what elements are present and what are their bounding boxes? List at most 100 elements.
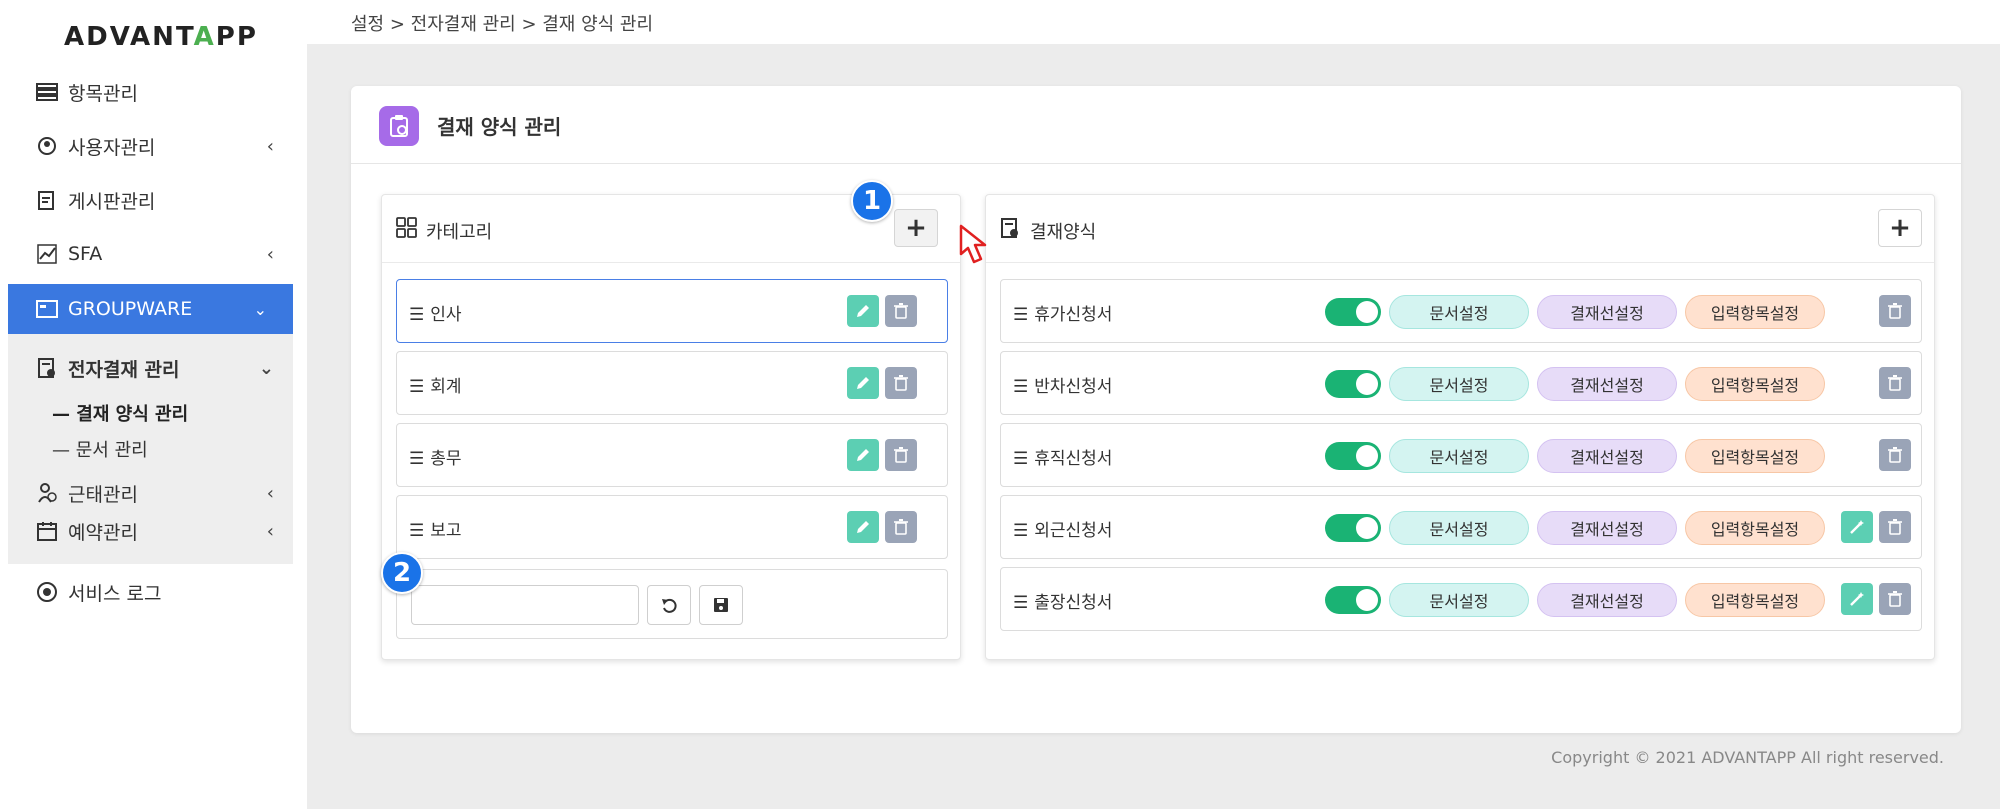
enable-toggle[interactable] xyxy=(1325,442,1381,470)
logo-text-end: PP xyxy=(215,22,258,52)
form-row[interactable]: ☰ 휴직신청서 문서설정 결재선설정 입력항목설정 xyxy=(1000,423,1922,487)
cursor-pointer-icon xyxy=(959,224,987,264)
sidebar-item-groupware[interactable]: GROUPWARE ⌄ xyxy=(8,284,293,334)
enable-toggle[interactable] xyxy=(1325,586,1381,614)
doc-settings-button[interactable]: 문서설정 xyxy=(1389,295,1529,329)
input-fields-button[interactable]: 입력항목설정 xyxy=(1685,511,1825,545)
toggle-knob xyxy=(1356,445,1378,467)
edit-button[interactable] xyxy=(847,367,879,399)
target-icon xyxy=(34,579,60,605)
form-label: ☰ 외근신청서 xyxy=(1013,516,1112,541)
enable-toggle[interactable] xyxy=(1325,514,1381,542)
drag-handle-icon[interactable]: ☰ xyxy=(1013,305,1028,325)
new-category-input[interactable] xyxy=(411,585,639,625)
save-button[interactable] xyxy=(699,585,743,625)
delete-button[interactable] xyxy=(1879,511,1911,543)
magic-wand-icon xyxy=(1850,592,1864,606)
drag-handle-icon[interactable]: ☰ xyxy=(409,305,424,325)
category-panel: 카테고리 + ☰ 인사 ☰ 회계 ☰ 총무 ☰ 보고 xyxy=(381,194,961,660)
edit-button[interactable] xyxy=(847,511,879,543)
edit-button[interactable] xyxy=(847,295,879,327)
user-settings-icon xyxy=(34,133,60,159)
sidebar-item-label: 항목관리 xyxy=(68,82,138,105)
sidebar-item-items[interactable]: 항목관리 xyxy=(34,72,274,112)
drag-handle-icon[interactable]: ☰ xyxy=(1013,593,1028,613)
undo-icon xyxy=(662,598,677,613)
form-row[interactable]: ☰ 외근신청서 문서설정 결재선설정 입력항목설정 xyxy=(1000,495,1922,559)
delete-button[interactable] xyxy=(1879,367,1911,399)
category-title: 카테고리 xyxy=(426,222,493,243)
undo-button[interactable] xyxy=(647,585,691,625)
sidebar-item-users[interactable]: 사용자관리 ‹ xyxy=(34,126,274,166)
input-fields-button[interactable]: 입력항목설정 xyxy=(1685,367,1825,401)
pencil-icon xyxy=(857,305,869,317)
sidebar-item-label: 사용자관리 xyxy=(68,136,156,159)
new-category-row xyxy=(396,569,948,639)
doc-settings-button[interactable]: 문서설정 xyxy=(1389,511,1529,545)
doc-settings-button[interactable]: 문서설정 xyxy=(1389,583,1529,617)
approval-line-button[interactable]: 결재선설정 xyxy=(1537,511,1677,545)
form-row[interactable]: ☰ 휴가신청서 문서설정 결재선설정 입력항목설정 xyxy=(1000,279,1922,343)
sidebar-item-sfa[interactable]: SFA ‹ xyxy=(34,234,274,274)
sidebar-item-reservations[interactable]: 예약관리 ‹ xyxy=(34,511,274,551)
form-management-card: 결재 양식 관리 카테고리 + ☰ 인사 ☰ 회계 ☰ 총무 ☰ 보고 결재양식… xyxy=(351,86,1961,733)
drag-handle-icon[interactable]: ☰ xyxy=(1013,377,1028,397)
approval-line-button[interactable]: 결재선설정 xyxy=(1537,367,1677,401)
app-logo[interactable]: ADVANTAPP xyxy=(64,22,258,52)
approval-line-button[interactable]: 결재선설정 xyxy=(1537,583,1677,617)
delete-button[interactable] xyxy=(1879,583,1911,615)
sidebar-item-label: 게시판관리 xyxy=(68,190,156,213)
delete-button[interactable] xyxy=(885,511,917,543)
form-panel-header: 결재양식 + xyxy=(986,195,1934,263)
drag-handle-icon[interactable]: ☰ xyxy=(1013,521,1028,541)
delete-button[interactable] xyxy=(885,295,917,327)
form-name: 휴가신청서 xyxy=(1034,305,1113,325)
input-fields-button[interactable]: 입력항목설정 xyxy=(1685,295,1825,329)
drag-handle-icon[interactable]: ☰ xyxy=(409,449,424,469)
sidebar-item-attendance[interactable]: 근태관리 ‹ xyxy=(34,473,274,513)
sidebar-item-service-log[interactable]: 서비스 로그 xyxy=(34,572,274,612)
doc-settings-button[interactable]: 문서설정 xyxy=(1389,367,1529,401)
input-fields-button[interactable]: 입력항목설정 xyxy=(1685,583,1825,617)
drag-handle-icon[interactable]: ☰ xyxy=(409,377,424,397)
trash-icon xyxy=(1888,591,1902,607)
delete-button[interactable] xyxy=(1879,439,1911,471)
enable-toggle[interactable] xyxy=(1325,298,1381,326)
drag-handle-icon[interactable]: ☰ xyxy=(1013,449,1028,469)
form-row[interactable]: ☰ 반차신청서 문서설정 결재선설정 입력항목설정 xyxy=(1000,351,1922,415)
add-category-button[interactable]: + xyxy=(894,209,938,247)
list-icon xyxy=(34,79,60,105)
magic-wand-button[interactable] xyxy=(1841,583,1873,615)
form-name: 출장신청서 xyxy=(1034,593,1113,613)
toggle-knob xyxy=(1356,373,1378,395)
sidebar-item-label: 근태관리 xyxy=(68,483,138,506)
drag-handle-icon[interactable]: ☰ xyxy=(409,521,424,541)
sidebar-subitem-approval-forms[interactable]: — 결재 양식 관리 xyxy=(52,400,188,426)
category-row[interactable]: ☰ 인사 xyxy=(396,279,948,343)
add-form-button[interactable]: + xyxy=(1878,209,1922,247)
enable-toggle[interactable] xyxy=(1325,370,1381,398)
trash-icon xyxy=(1888,447,1902,463)
sidebar-item-approval[interactable]: 전자결재 관리 ⌄ xyxy=(34,348,274,388)
logo-mark: A xyxy=(193,22,216,52)
form-row[interactable]: ☰ 출장신청서 문서설정 결재선설정 입력항목설정 xyxy=(1000,567,1922,631)
doc-settings-button[interactable]: 문서설정 xyxy=(1389,439,1529,473)
logo-text: ADVANT xyxy=(64,22,194,52)
delete-button[interactable] xyxy=(885,367,917,399)
input-fields-button[interactable]: 입력항목설정 xyxy=(1685,439,1825,473)
approval-line-button[interactable]: 결재선설정 xyxy=(1537,295,1677,329)
delete-button[interactable] xyxy=(885,439,917,471)
edit-button[interactable] xyxy=(847,439,879,471)
category-row[interactable]: ☰ 회계 xyxy=(396,351,948,415)
sidebar-subitem-documents[interactable]: — 문서 관리 xyxy=(52,436,148,462)
category-row[interactable]: ☰ 총무 xyxy=(396,423,948,487)
approval-line-button[interactable]: 결재선설정 xyxy=(1537,439,1677,473)
category-row[interactable]: ☰ 보고 xyxy=(396,495,948,559)
delete-button[interactable] xyxy=(1879,295,1911,327)
magic-wand-button[interactable] xyxy=(1841,511,1873,543)
clipboard-icon xyxy=(379,106,419,146)
sidebar-item-boards[interactable]: 게시판관리 xyxy=(34,180,274,220)
category-label: ☰ 보고 xyxy=(409,516,462,541)
main-area: 설정 > 전자결재 관리 > 결재 양식 관리 결재 양식 관리 카테고리 + … xyxy=(307,0,2000,809)
sidebar-item-label: SFA xyxy=(68,243,103,265)
